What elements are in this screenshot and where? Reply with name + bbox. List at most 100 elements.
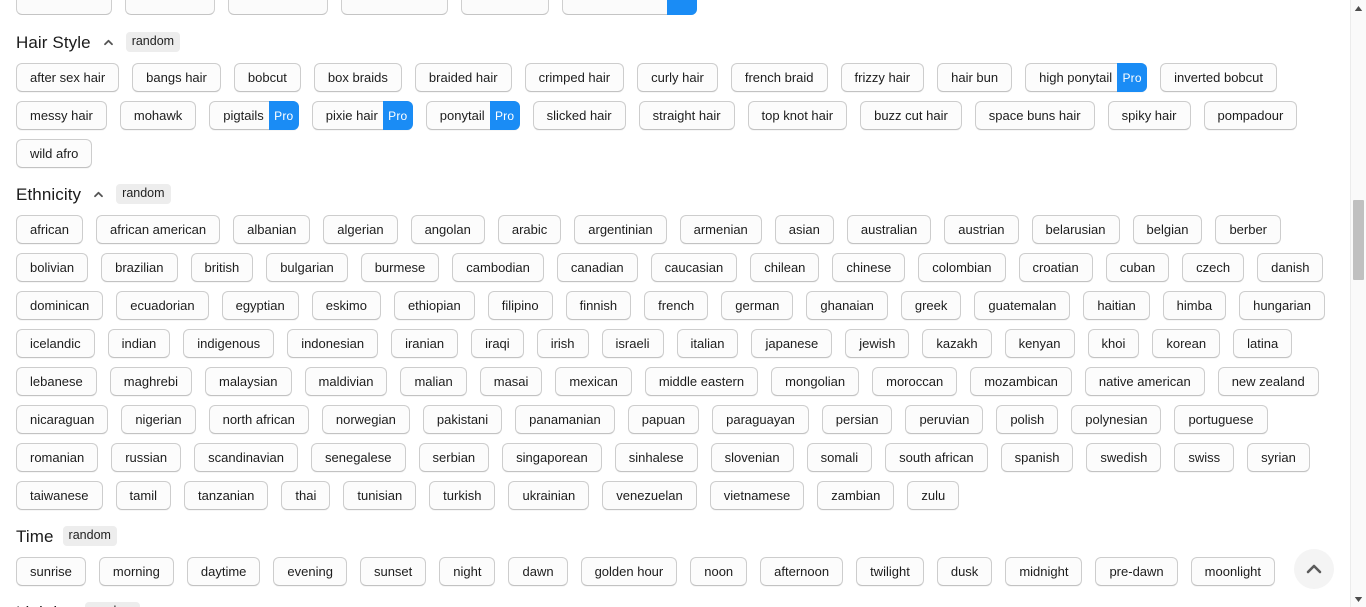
chip-slicked-hair[interactable]: slicked hair	[532, 101, 626, 130]
scroll-to-top-button[interactable]	[1294, 549, 1334, 589]
chip-moroccan[interactable]: moroccan	[872, 367, 958, 396]
chip-afternoon[interactable]: afternoon	[760, 557, 844, 586]
chip-czech[interactable]: czech	[1182, 253, 1245, 282]
chip-chilean[interactable]: chilean	[750, 253, 820, 282]
chip-thai[interactable]: thai	[281, 481, 331, 510]
scrollbar-thumb[interactable]	[1353, 200, 1364, 280]
chip-guatemalan[interactable]: guatemalan	[974, 291, 1071, 320]
chip-taiwanese[interactable]: taiwanese	[16, 481, 103, 510]
chip-eskimo[interactable]: eskimo	[311, 291, 381, 320]
chip-syrian[interactable]: syrian	[1247, 443, 1310, 472]
chip-swiss[interactable]: swiss	[1174, 443, 1235, 472]
chip-irish[interactable]: irish	[536, 329, 589, 358]
chip-angolan[interactable]: angolan	[410, 215, 485, 244]
chip-pigtails[interactable]: pigtails Pro	[209, 101, 299, 130]
chip-tunisian[interactable]: tunisian	[343, 481, 417, 510]
chip-noon[interactable]: noon	[690, 557, 748, 586]
chip-serbian[interactable]: serbian	[418, 443, 490, 472]
clipped-chip[interactable]	[228, 0, 328, 15]
chip-pixie-hair[interactable]: pixie hair Pro	[311, 101, 413, 130]
chip-indian[interactable]: indian	[107, 329, 171, 358]
chip-colombian[interactable]: colombian	[918, 253, 1006, 282]
chip-mozambican[interactable]: mozambican	[970, 367, 1072, 396]
chip-arabic[interactable]: arabic	[497, 215, 562, 244]
chip-british[interactable]: british	[190, 253, 254, 282]
chip-sinhalese[interactable]: sinhalese	[614, 443, 698, 472]
chip-north-african[interactable]: north african	[208, 405, 309, 434]
chip-zambian[interactable]: zambian	[817, 481, 895, 510]
chip-tamil[interactable]: tamil	[115, 481, 171, 510]
chip-iraqi[interactable]: iraqi	[471, 329, 524, 358]
chip-albanian[interactable]: albanian	[233, 215, 311, 244]
chip-ghanaian[interactable]: ghanaian	[806, 291, 888, 320]
chip-egyptian[interactable]: egyptian	[221, 291, 299, 320]
chip-argentinian[interactable]: argentinian	[574, 215, 667, 244]
chip-chinese[interactable]: chinese	[832, 253, 906, 282]
chip-turkish[interactable]: turkish	[429, 481, 496, 510]
random-badge[interactable]: random	[116, 184, 171, 204]
chip-pakistani[interactable]: pakistani	[422, 405, 503, 434]
chip-latina[interactable]: latina	[1233, 329, 1293, 358]
chip-top-knot-hair[interactable]: top knot hair	[747, 101, 848, 130]
chip-belgian[interactable]: belgian	[1132, 215, 1203, 244]
chip-frizzy-hair[interactable]: frizzy hair	[840, 63, 925, 92]
chip-cambodian[interactable]: cambodian	[452, 253, 544, 282]
chip-algerian[interactable]: algerian	[323, 215, 398, 244]
chip-caucasian[interactable]: caucasian	[650, 253, 738, 282]
chip-box-braids[interactable]: box braids	[313, 63, 402, 92]
chip-persian[interactable]: persian	[821, 405, 893, 434]
chip-indonesian[interactable]: indonesian	[287, 329, 379, 358]
chip-spanish[interactable]: spanish	[1000, 443, 1074, 472]
chip-ecuadorian[interactable]: ecuadorian	[116, 291, 209, 320]
chip-finnish[interactable]: finnish	[565, 291, 632, 320]
clipped-chip[interactable]	[341, 0, 448, 15]
chip-romanian[interactable]: romanian	[16, 443, 99, 472]
chip-south-african[interactable]: south african	[885, 443, 988, 472]
scrollbar-up-button[interactable]	[1351, 0, 1366, 16]
chip-morning[interactable]: morning	[98, 557, 174, 586]
chip-norwegian[interactable]: norwegian	[321, 405, 410, 434]
scroll-viewport[interactable]: Hair Style random after sex hair bangs hair…	[0, 0, 1350, 607]
chip-ukrainian[interactable]: ukrainian	[508, 481, 590, 510]
chip-inverted-bobcut[interactable]: inverted bobcut	[1160, 63, 1278, 92]
chip-malian[interactable]: malian	[400, 367, 467, 396]
chip-french[interactable]: french	[644, 291, 709, 320]
chip-mohawk[interactable]: mohawk	[119, 101, 197, 130]
chip-danish[interactable]: danish	[1257, 253, 1324, 282]
chip-buzz-cut-hair[interactable]: buzz cut hair	[860, 101, 962, 130]
chip-moonlight[interactable]: moonlight	[1190, 557, 1276, 586]
chip-french-braid[interactable]: french braid	[730, 63, 828, 92]
chip-maldivian[interactable]: maldivian	[304, 367, 388, 396]
chip-italian[interactable]: italian	[676, 329, 739, 358]
chip-after-sex-hair[interactable]: after sex hair	[16, 63, 120, 92]
chip-messy-hair[interactable]: messy hair	[16, 101, 107, 130]
chip-kenyan[interactable]: kenyan	[1004, 329, 1075, 358]
chip-senegalese[interactable]: senegalese	[311, 443, 406, 472]
chip-austrian[interactable]: austrian	[944, 215, 1019, 244]
chip-spiky-hair[interactable]: spiky hair	[1107, 101, 1191, 130]
chip-japanese[interactable]: japanese	[751, 329, 833, 358]
chip-polish[interactable]: polish	[996, 405, 1059, 434]
chip-korean[interactable]: korean	[1152, 329, 1221, 358]
chip-new-zealand[interactable]: new zealand	[1217, 367, 1319, 396]
chip-kazakh[interactable]: kazakh	[922, 329, 992, 358]
chevron-up-icon[interactable]	[90, 186, 107, 203]
random-badge[interactable]: random	[125, 32, 181, 52]
chip-russian[interactable]: russian	[111, 443, 182, 472]
chip-singaporean[interactable]: singaporean	[502, 443, 602, 472]
chip-scandinavian[interactable]: scandinavian	[194, 443, 299, 472]
chip-bobcut[interactable]: bobcut	[233, 63, 301, 92]
chip-indigenous[interactable]: indigenous	[183, 329, 275, 358]
chip-israeli[interactable]: israeli	[601, 329, 664, 358]
chip-peruvian[interactable]: peruvian	[905, 405, 984, 434]
chip-somali[interactable]: somali	[806, 443, 873, 472]
chip-hair-bun[interactable]: hair bun	[937, 63, 1013, 92]
chip-belarusian[interactable]: belarusian	[1031, 215, 1120, 244]
chip-polynesian[interactable]: polynesian	[1071, 405, 1162, 434]
chip-croatian[interactable]: croatian	[1018, 253, 1093, 282]
chip-himba[interactable]: himba	[1162, 291, 1227, 320]
chip-straight-hair[interactable]: straight hair	[638, 101, 735, 130]
random-badge[interactable]: random	[62, 526, 117, 546]
chip-iranian[interactable]: iranian	[391, 329, 459, 358]
chip-venezuelan[interactable]: venezuelan	[602, 481, 697, 510]
